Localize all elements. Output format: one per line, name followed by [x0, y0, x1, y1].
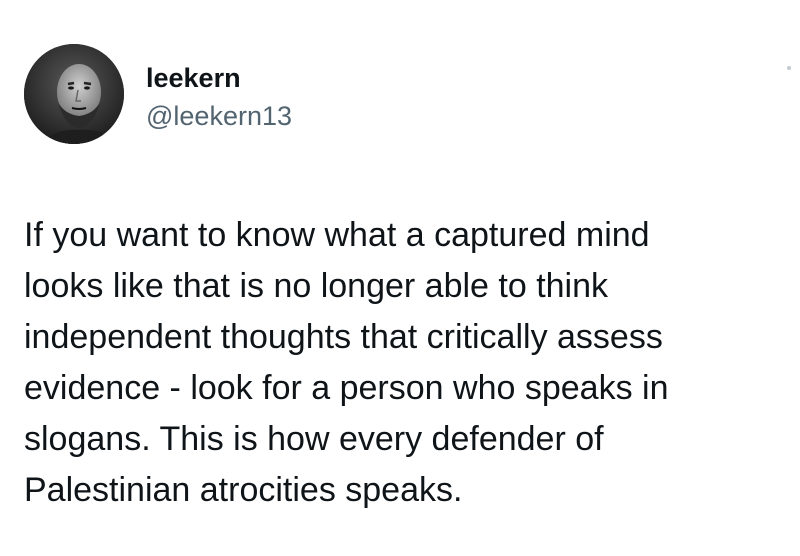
- tweet-text-line: Palestinian atrocities speaks.: [24, 471, 463, 509]
- tweet-text-line: slogans. This is how every defender of: [24, 420, 604, 458]
- tweet-text-line: evidence - look for a person who speaks …: [24, 369, 669, 407]
- tweet-text-line: independent thoughts that critically ass…: [24, 318, 663, 356]
- tweet-text-line: looks like that is no longer able to thi…: [24, 267, 609, 305]
- tweet-card: leekern @leekern13 If you want to know w…: [0, 0, 800, 556]
- more-options-icon[interactable]: [782, 66, 796, 80]
- tweet-text: If you want to know what a captured mind…: [24, 210, 794, 516]
- tweet-text-line: If you want to know what a captured mind: [24, 216, 650, 254]
- avatar[interactable]: [24, 44, 124, 144]
- user-handle[interactable]: @leekern13: [146, 100, 292, 132]
- avatar-photo-icon: [24, 44, 124, 144]
- display-name[interactable]: leekern: [146, 62, 241, 94]
